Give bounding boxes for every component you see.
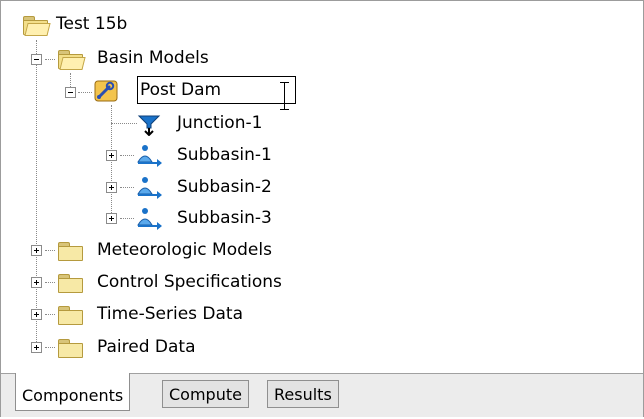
- tree-node-label: Meteorologic Models: [97, 240, 272, 260]
- tree-node-subbasin[interactable]: Subbasin-3: [135, 207, 295, 231]
- expand-toggle[interactable]: [106, 182, 117, 193]
- tree-node-folder[interactable]: Paired Data: [57, 336, 337, 360]
- expand-toggle[interactable]: [106, 150, 117, 161]
- expand-toggle[interactable]: [31, 342, 42, 353]
- open-folder-icon: [22, 15, 51, 36]
- expand-toggle[interactable]: [31, 309, 42, 320]
- expand-toggle[interactable]: [31, 245, 42, 256]
- tree-node-label: Subbasin-3: [177, 208, 272, 228]
- tree-node-folder[interactable]: Time-Series Data: [57, 303, 337, 327]
- tree-line: [45, 347, 55, 348]
- open-folder-icon: [57, 49, 86, 70]
- folder-icon: [57, 241, 83, 261]
- watershed-explorer: Test 15b Basin Models Post Dam Junction-…: [0, 0, 644, 417]
- tree-node-basin-models[interactable]: Basin Models: [57, 47, 237, 71]
- tree-node-label: Junction-1: [177, 113, 263, 133]
- tab-strip: Components Compute Results: [1, 373, 643, 417]
- tree-line: [45, 59, 55, 60]
- collapse-toggle[interactable]: [65, 87, 76, 98]
- subbasin-icon: [135, 176, 163, 200]
- tree-line: [120, 218, 134, 219]
- expand-toggle[interactable]: [106, 213, 117, 224]
- tree-node-subbasin[interactable]: Subbasin-1: [135, 144, 295, 168]
- tab-results[interactable]: Results: [267, 380, 339, 408]
- tree-node-label: Basin Models: [97, 48, 209, 68]
- folder-icon: [57, 305, 83, 325]
- tree-line: [45, 282, 55, 283]
- rename-input[interactable]: Post Dam: [137, 76, 296, 104]
- tree-node-junction[interactable]: Junction-1: [137, 112, 297, 137]
- tab-components[interactable]: Components: [15, 373, 131, 411]
- tree-node-label: Control Specifications: [97, 272, 282, 292]
- subbasin-icon: [135, 144, 163, 168]
- collapse-toggle[interactable]: [31, 54, 42, 65]
- tree-line: [78, 92, 92, 93]
- tree-line: [36, 40, 37, 348]
- component-tree[interactable]: Test 15b Basin Models Post Dam Junction-…: [1, 1, 643, 373]
- basin-model-icon: [94, 80, 118, 102]
- text-cursor-icon: [279, 82, 291, 110]
- tree-line: [111, 123, 137, 124]
- tree-node-label: Subbasin-2: [177, 177, 272, 197]
- tree-node-label: Test 15b: [56, 14, 128, 34]
- folder-icon: [57, 338, 83, 358]
- tree-node-root[interactable]: Test 15b: [22, 13, 142, 37]
- tree-node-label: Subbasin-1: [177, 145, 272, 165]
- junction-icon: [137, 112, 161, 137]
- tree-line: [45, 250, 55, 251]
- tab-compute[interactable]: Compute: [162, 380, 249, 408]
- tree-line: [45, 314, 55, 315]
- tree-line: [120, 187, 134, 188]
- tree-node-label: Time-Series Data: [97, 304, 244, 324]
- tree-node-subbasin[interactable]: Subbasin-2: [135, 176, 295, 200]
- tree-node-folder[interactable]: Meteorologic Models: [57, 239, 337, 263]
- tree-node-label: Paired Data: [97, 337, 196, 357]
- folder-icon: [57, 273, 83, 293]
- tree-line: [120, 155, 134, 156]
- expand-toggle[interactable]: [31, 277, 42, 288]
- subbasin-icon: [135, 207, 163, 231]
- tree-node-folder[interactable]: Control Specifications: [57, 271, 337, 295]
